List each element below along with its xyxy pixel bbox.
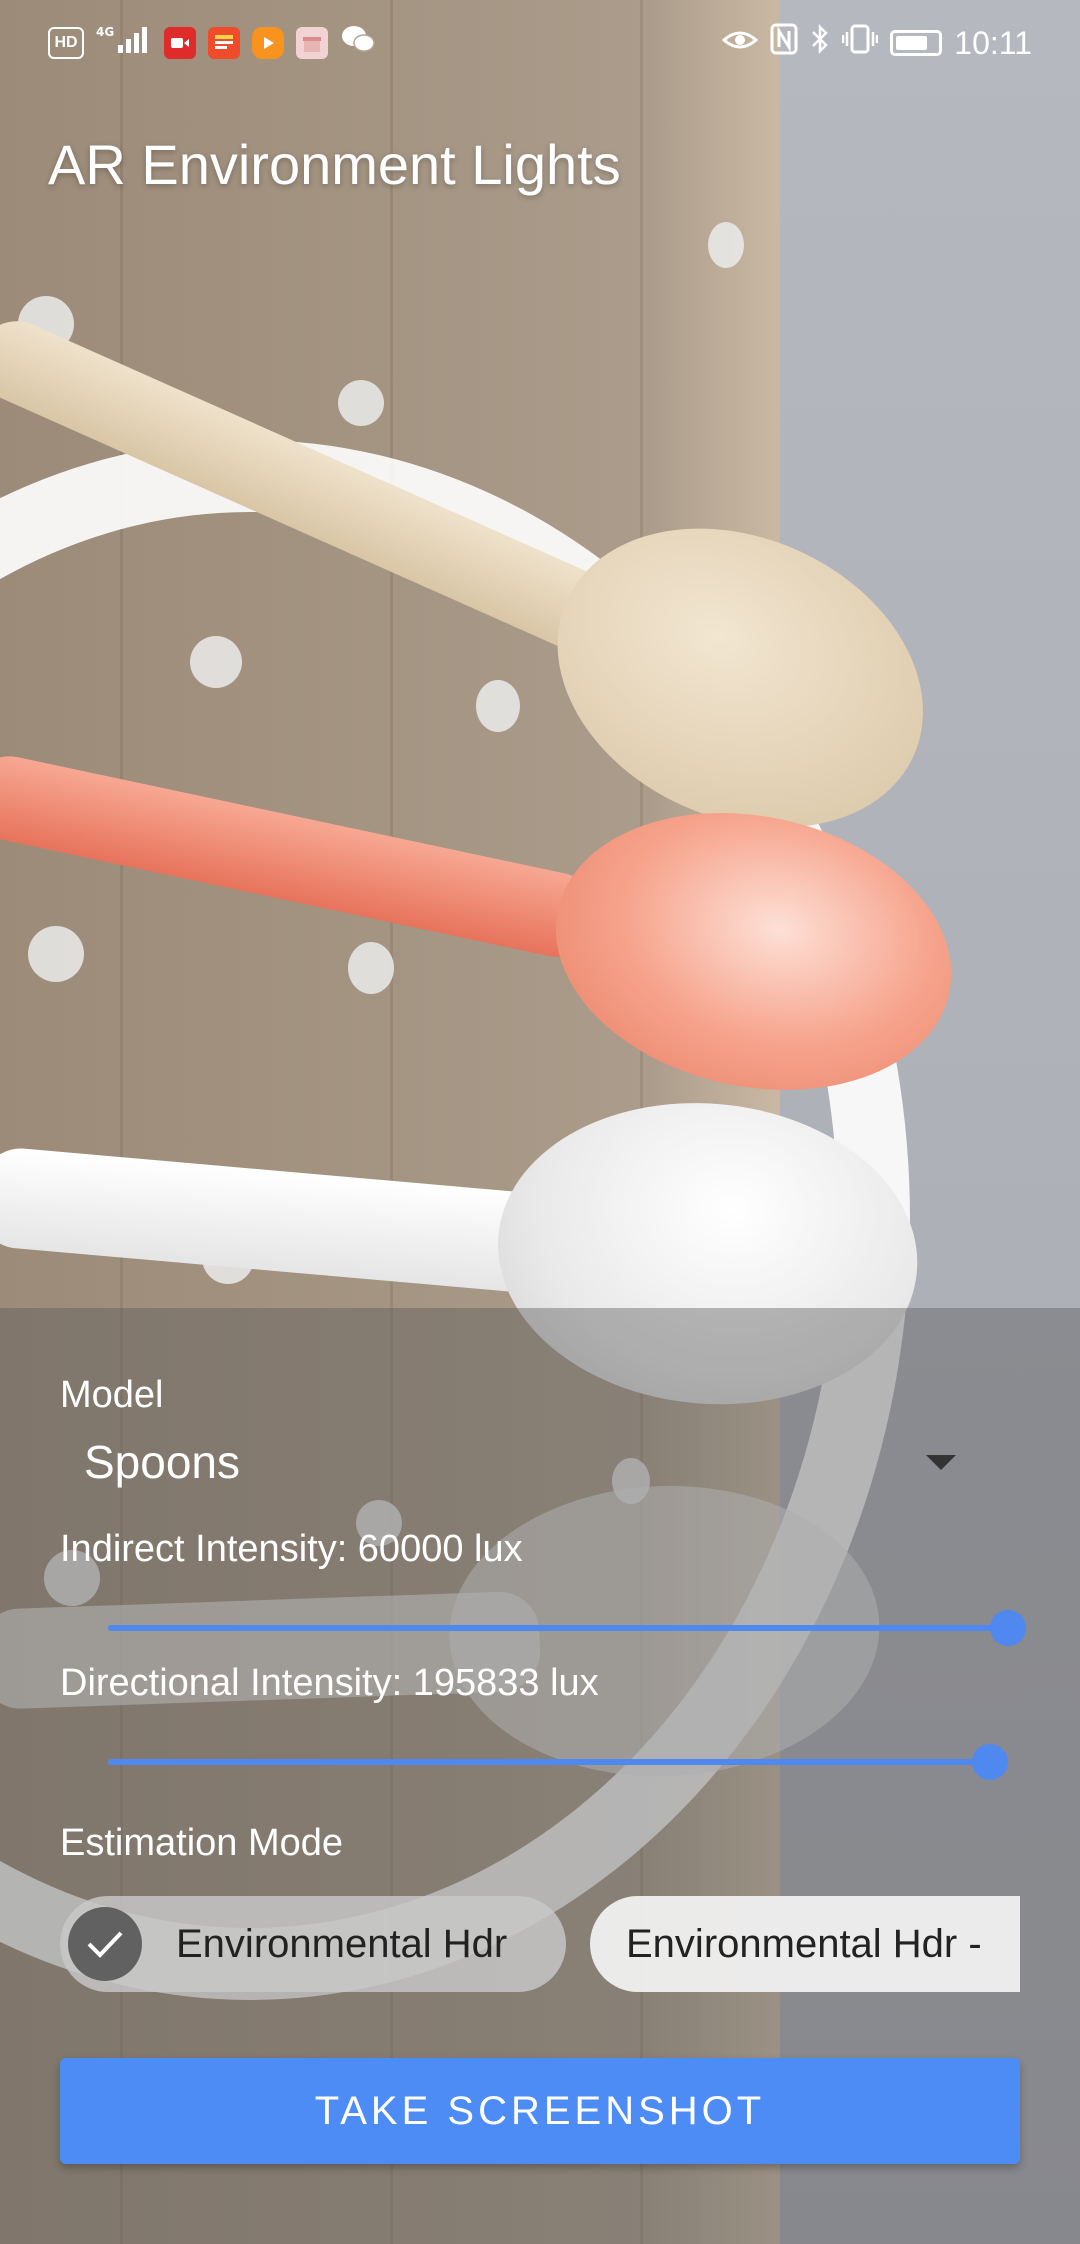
directional-intensity-slider[interactable] — [108, 1732, 1008, 1792]
status-bar-left: HD 4G — [48, 23, 376, 63]
slider-thumb[interactable] — [972, 1744, 1008, 1780]
wechat-icon — [340, 23, 376, 63]
hd-icon: HD — [48, 27, 84, 59]
eye-comfort-icon — [722, 25, 759, 62]
4g-signal-icon: 4G — [96, 23, 152, 63]
ar-feature-point — [190, 636, 242, 688]
chip-label: Environmental Hdr — [176, 1921, 508, 1966]
slider-thumb[interactable] — [990, 1610, 1026, 1646]
play-app-icon — [252, 27, 284, 59]
status-time: 10:11 — [954, 24, 1032, 61]
vibrate-icon — [842, 23, 879, 63]
video-app-icon — [164, 27, 196, 59]
slider-active-track — [108, 1625, 1008, 1631]
bluetooth-icon — [810, 23, 830, 63]
ar-feature-point — [708, 222, 744, 268]
model-dropdown-value: Spoons — [84, 1436, 241, 1488]
battery-icon — [890, 30, 943, 56]
take-screenshot-button[interactable]: TAKE SCREENSHOT — [60, 2058, 1020, 2164]
slider-active-track — [108, 1759, 990, 1765]
directional-intensity-label: Directional Intensity: 195833 lux — [60, 1662, 599, 1704]
model-label: Model — [60, 1374, 164, 1416]
model-dropdown[interactable]: Spoons — [60, 1422, 980, 1502]
estimation-chip-environmental-hdr[interactable]: Environmental Hdr — [60, 1896, 566, 1992]
check-icon — [68, 1907, 142, 1981]
nfc-icon — [770, 23, 798, 63]
indirect-intensity-label: Indirect Intensity: 60000 lux — [60, 1528, 523, 1570]
gift-app-icon — [296, 27, 328, 59]
estimation-chip-environmental-hdr-alt[interactable]: Environmental Hdr - — [590, 1896, 1020, 1992]
status-bar: HD 4G 10:11 — [0, 0, 1080, 86]
app-title: AR Environment Lights — [48, 133, 621, 196]
chevron-down-icon — [926, 1454, 956, 1470]
status-bar-right: 10:11 — [722, 23, 1032, 63]
news-app-icon — [208, 27, 240, 59]
chip-label: Environmental Hdr - — [626, 1921, 982, 1966]
svg-text:4G: 4G — [96, 25, 114, 39]
estimation-mode-label: Estimation Mode — [60, 1822, 344, 1864]
indirect-intensity-slider[interactable] — [108, 1598, 1026, 1658]
